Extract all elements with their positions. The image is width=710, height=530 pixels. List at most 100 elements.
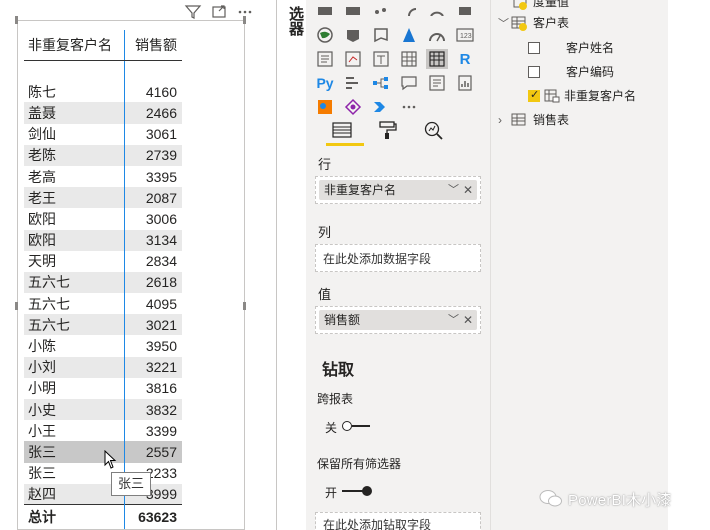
field-checkbox[interactable]: [528, 41, 540, 54]
table-row[interactable]: 张三 2557: [24, 441, 182, 463]
measures-table-row[interactable]: 度量值: [513, 0, 569, 10]
chevron-down-icon[interactable]: ﹀: [448, 180, 459, 200]
sales-value-cell[interactable]: 2834: [123, 250, 182, 272]
arcgis-map-icon[interactable]: [314, 97, 336, 117]
table-row[interactable]: 五六七 3021: [24, 314, 182, 336]
analytics-tab[interactable]: [418, 116, 450, 144]
sales-value-cell[interactable]: 3399: [123, 420, 182, 442]
multi-row-card-icon[interactable]: [314, 49, 336, 69]
filters-pane-collapsed[interactable]: 选器: [276, 0, 306, 530]
toggle-track[interactable]: [342, 490, 364, 492]
globe-visual-icon[interactable]: [314, 25, 336, 45]
field-customer-code[interactable]: 客户编码: [528, 63, 614, 80]
drillthrough-well[interactable]: 在此处添加钻取字段: [315, 512, 481, 530]
sales-value-cell[interactable]: 3816: [123, 377, 182, 399]
sales-value-cell[interactable]: 2466: [123, 102, 182, 124]
matrix-visual-icon[interactable]: [426, 49, 448, 69]
field-checkbox[interactable]: [528, 88, 540, 102]
kpi-visual-icon[interactable]: [342, 49, 364, 69]
filled-map-icon[interactable]: [370, 25, 392, 45]
sales-value-cell[interactable]: 2618: [123, 271, 182, 294]
table-row[interactable]: 五六七 4095: [24, 293, 182, 315]
table-row[interactable]: 小明 3816: [24, 377, 182, 399]
customer-name-cell[interactable]: 天明: [24, 251, 124, 272]
scatter-visual-icon[interactable]: [370, 1, 392, 21]
customer-name-cell[interactable]: 小史: [24, 399, 124, 421]
column-header-name[interactable]: 非重复客户名: [24, 30, 124, 61]
python-visual-icon[interactable]: Py: [314, 73, 336, 93]
paginated-report-icon[interactable]: [454, 73, 476, 93]
customer-name-cell[interactable]: 剑仙: [24, 124, 124, 145]
more-visuals-icon[interactable]: [398, 97, 420, 117]
sales-value-cell[interactable]: 3061: [123, 123, 182, 145]
customer-name-cell[interactable]: 老王: [24, 187, 124, 209]
sales-table-row[interactable]: › 销售表: [498, 111, 569, 128]
customer-name-cell[interactable]: 欧阳: [24, 229, 124, 251]
table-row[interactable]: 盖聂 2466: [24, 102, 182, 124]
table-row[interactable]: 天明 2834: [24, 250, 182, 272]
customer-name-cell[interactable]: 盖聂: [24, 102, 124, 124]
values-well[interactable]: 销售额 ﹀ ✕: [315, 306, 481, 334]
format-tab[interactable]: [372, 116, 404, 144]
table-row[interactable]: 小刘 3221: [24, 356, 182, 378]
customer-name-cell[interactable]: 欧阳: [24, 208, 124, 229]
values-field-chip[interactable]: 销售额 ﹀ ✕: [319, 310, 477, 330]
remove-field-icon[interactable]: ✕: [463, 310, 473, 330]
gauge-icon[interactable]: [426, 25, 448, 45]
sales-value-cell[interactable]: 2739: [123, 144, 182, 166]
sales-value-cell[interactable]: 3134: [123, 229, 182, 251]
field-distinct-customer[interactable]: 非重复客户名: [528, 87, 636, 104]
customer-name-cell[interactable]: 赵四: [24, 483, 124, 505]
map-visual-icon[interactable]: [454, 1, 476, 21]
table-row[interactable]: 小史 3832: [24, 399, 182, 421]
table-row[interactable]: 小王 3399: [24, 420, 182, 442]
r-visual-icon[interactable]: R: [454, 49, 476, 69]
filter-icon[interactable]: [184, 4, 202, 20]
toggle-track[interactable]: [352, 425, 370, 427]
customer-name-cell[interactable]: 小刘: [24, 356, 124, 378]
resize-handle[interactable]: [15, 16, 18, 24]
customer-name-cell[interactable]: 老高: [24, 166, 124, 187]
column-header-sales[interactable]: 销售额: [123, 30, 182, 61]
donut-visual-icon[interactable]: [426, 1, 448, 21]
table-visual-icon[interactable]: [398, 49, 420, 69]
customer-name-cell[interactable]: 五六七: [24, 314, 124, 336]
chevron-right-icon[interactable]: ›: [498, 113, 510, 127]
remove-field-icon[interactable]: ✕: [463, 180, 473, 200]
customer-name-cell[interactable]: 小陈: [24, 335, 124, 356]
columns-well[interactable]: 在此处添加数据字段: [315, 244, 481, 272]
table-row[interactable]: 五六七 2618: [24, 271, 182, 294]
customer-name-cell[interactable]: 五六七: [24, 271, 124, 294]
chevron-down-icon[interactable]: ﹀: [498, 15, 510, 31]
table-row[interactable]: 赵四 3999: [24, 483, 182, 505]
customer-name-cell[interactable]: 五六七: [24, 293, 124, 314]
toggle-knob[interactable]: [342, 421, 352, 431]
table-row[interactable]: 老高 3395: [24, 165, 182, 188]
customer-name-cell[interactable]: 小王: [24, 420, 124, 441]
sales-value-cell[interactable]: 2557: [123, 441, 182, 463]
sales-value-cell[interactable]: 3021: [123, 314, 182, 336]
smart-narrative-icon[interactable]: [426, 73, 448, 93]
card-visual-icon[interactable]: 123: [454, 25, 476, 45]
table-row[interactable]: 欧阳 3134: [24, 229, 182, 251]
gauge-visual-icon[interactable]: [314, 1, 336, 21]
slicer-visual-icon[interactable]: [370, 49, 392, 69]
azure-map-icon[interactable]: [398, 25, 420, 45]
table-row[interactable]: 剑仙 3061: [24, 123, 182, 145]
table-row[interactable]: 小陈 3950: [24, 335, 182, 357]
sales-value-cell[interactable]: 3006: [123, 208, 182, 230]
customer-name-cell[interactable]: 小明: [24, 378, 124, 399]
sales-value-cell[interactable]: 4160: [123, 81, 182, 103]
focus-mode-icon[interactable]: [210, 4, 228, 20]
shape-map-icon[interactable]: [342, 25, 364, 45]
table-row[interactable]: 陈七 4160: [24, 81, 182, 103]
sales-value-cell[interactable]: 3221: [123, 356, 182, 378]
sales-value-cell[interactable]: 3832: [123, 399, 182, 421]
sales-value-cell[interactable]: 2087: [123, 187, 182, 209]
resize-handle[interactable]: [243, 302, 246, 310]
table-row[interactable]: 张三 2233: [24, 462, 182, 484]
key-influencers-icon[interactable]: [342, 73, 364, 93]
power-automate-icon[interactable]: [370, 97, 392, 117]
chevron-down-icon[interactable]: ﹀: [448, 310, 459, 330]
rows-field-chip[interactable]: 非重复客户名 ﹀ ✕: [319, 180, 477, 200]
